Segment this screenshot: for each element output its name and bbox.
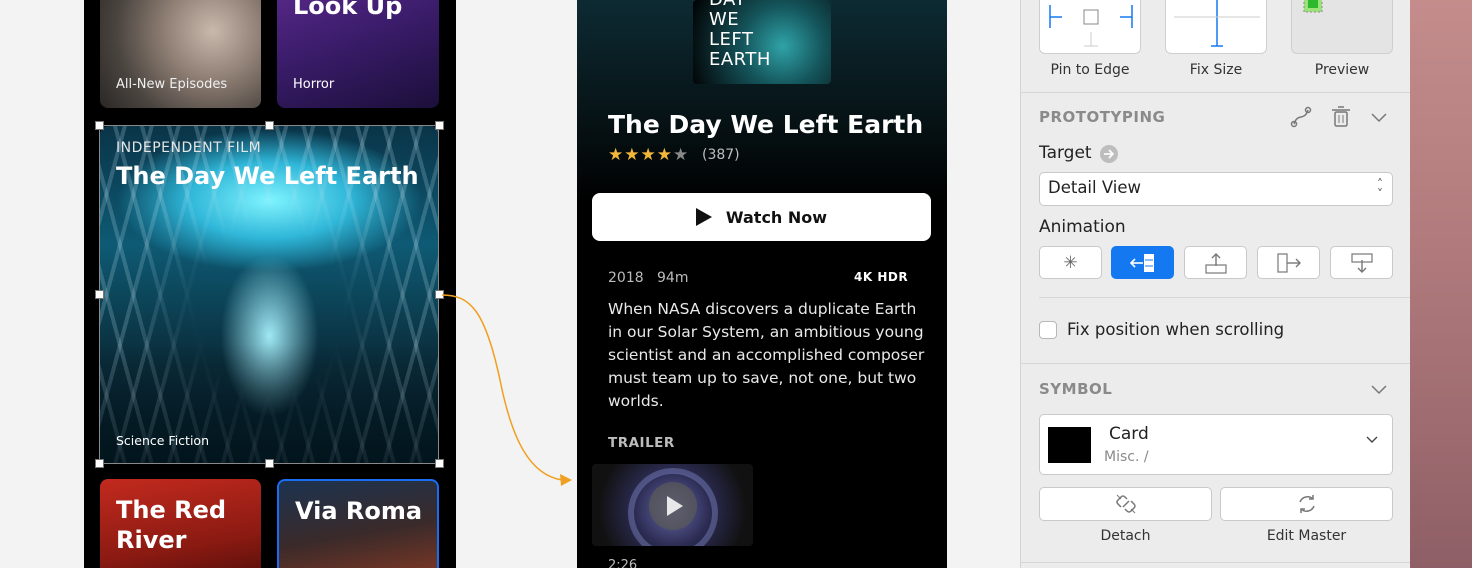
- star-rating: ★★★★★: [608, 145, 689, 165]
- resize-preview: [1291, 0, 1393, 54]
- red-river-card[interactable]: The Red River: [100, 479, 261, 568]
- resize-handle-sw[interactable]: [95, 459, 104, 468]
- poster-text: DAY WE LEFT EARTH: [709, 0, 771, 70]
- animation-slide-from-top-button[interactable]: [1330, 246, 1393, 279]
- episodes-card[interactable]: All-New Episodes: [100, 0, 261, 108]
- target-label: Target: [1039, 143, 1092, 163]
- play-icon: [667, 496, 683, 516]
- hero-title: The Day We Left Earth: [116, 162, 419, 190]
- card-title: Look Up: [293, 0, 403, 20]
- format-badges: 4K HDR: [854, 270, 909, 284]
- pin-to-edge-label: Pin to Edge: [1050, 62, 1130, 78]
- animation-slide-from-left-button[interactable]: [1257, 246, 1320, 279]
- divider: [1021, 92, 1411, 93]
- hero-kicker: INDEPENDENT FILM: [116, 140, 262, 156]
- divider: [1021, 363, 1411, 364]
- preview-icon: [1303, 0, 1323, 13]
- edit-master-label: Edit Master: [1266, 528, 1347, 544]
- symbol-path: Misc. /: [1104, 449, 1149, 465]
- animation-slide-from-right-button[interactable]: [1111, 246, 1174, 279]
- resize-handle-w[interactable]: [95, 290, 104, 299]
- target-select-value: Detail View: [1048, 178, 1142, 197]
- animation-none-button[interactable]: ✳: [1039, 246, 1102, 279]
- target-select[interactable]: Detail View ˄ ˅: [1039, 172, 1393, 206]
- hero-card[interactable]: INDEPENDENT FILM The Day We Left Earth S…: [100, 126, 439, 464]
- target-arrow-icon[interactable]: [1099, 144, 1119, 164]
- none-icon: ✳: [1063, 252, 1078, 273]
- play-button[interactable]: [649, 482, 697, 530]
- chevron-down-icon: [1366, 436, 1378, 443]
- slide-from-bottom-icon: [1204, 252, 1227, 274]
- detach-button[interactable]: [1039, 487, 1212, 521]
- fix-position-label[interactable]: Fix position when scrolling: [1067, 320, 1284, 339]
- hero-caption: Science Fiction: [116, 433, 209, 448]
- movie-title: The Day We Left Earth: [608, 110, 924, 139]
- movie-poster: DAY WE LEFT EARTH: [693, 0, 831, 84]
- broken-link-icon: [1115, 494, 1136, 514]
- pin-to-edge-icon: [1049, 5, 1133, 47]
- symbol-name: Card: [1109, 424, 1149, 444]
- card-caption: All-New Episodes: [116, 77, 228, 92]
- movie-description: When NASA discovers a duplicate Earth in…: [608, 300, 925, 410]
- fix-position-checkbox[interactable]: [1039, 321, 1057, 339]
- prototype-link-arrow[interactable]: [440, 290, 580, 490]
- card-title: Via Roma: [295, 497, 423, 525]
- preview-label: Preview: [1314, 62, 1370, 78]
- play-icon: [695, 208, 712, 226]
- rating-count: (387): [702, 147, 740, 163]
- fix-size-label: Fix Size: [1189, 62, 1243, 78]
- watch-now-button[interactable]: Watch Now: [592, 193, 931, 241]
- trash-icon[interactable]: [1331, 106, 1351, 128]
- slide-from-top-icon: [1350, 252, 1373, 273]
- select-updown-icon: ˄ ˅: [1377, 177, 1383, 201]
- slide-from-right-icon: [1129, 253, 1154, 272]
- detail-header: DAY WE LEFT EARTH: [577, 0, 947, 205]
- look-up-card[interactable]: Look Up Horror: [277, 0, 439, 108]
- refresh-icon: [1298, 495, 1315, 513]
- movie-meta: 2018 94m: [608, 270, 688, 286]
- resize-handle-nw[interactable]: [95, 121, 104, 130]
- resize-handle-s[interactable]: [265, 459, 274, 468]
- resize-handle-n[interactable]: [265, 121, 274, 130]
- divider: [1021, 562, 1411, 563]
- detail-view-artboard[interactable]: DAY WE LEFT EARTH The Day We Left Earth …: [577, 0, 947, 568]
- via-roma-card[interactable]: Via Roma: [277, 479, 439, 568]
- release-year: 2018: [608, 270, 644, 286]
- divider: [1039, 297, 1411, 298]
- card-title: The Red River: [116, 496, 227, 554]
- fix-size-control[interactable]: [1165, 0, 1267, 54]
- animation-slide-from-bottom-button[interactable]: [1184, 246, 1247, 279]
- empty-star: ★: [672, 145, 690, 165]
- detach-label: Detach: [1100, 528, 1151, 544]
- filled-stars: ★★★★: [608, 145, 673, 165]
- fix-size-icon: [1174, 0, 1260, 47]
- symbol-section-title: SYMBOL: [1039, 380, 1113, 398]
- trailer-thumbnail[interactable]: [592, 464, 753, 546]
- symbol-picker[interactable]: Card Misc. /: [1039, 414, 1393, 475]
- watch-now-label: Watch Now: [725, 207, 828, 227]
- chevron-down-icon[interactable]: [1371, 111, 1387, 123]
- card-caption: Horror: [293, 77, 335, 92]
- movie-duration: 94m: [657, 270, 689, 286]
- edit-master-button[interactable]: [1220, 487, 1393, 521]
- resize-handle-ne[interactable]: [435, 121, 444, 130]
- prototyping-section-title: PROTOTYPING: [1039, 108, 1166, 126]
- slide-from-left-icon: [1276, 252, 1301, 273]
- symbol-thumbnail: [1048, 427, 1091, 463]
- desktop-wallpaper: [1410, 0, 1472, 568]
- pin-to-edge-control[interactable]: [1039, 0, 1141, 54]
- trailer-heading: TRAILER: [608, 435, 675, 451]
- trailer-duration: 2:26: [608, 558, 638, 568]
- design-canvas[interactable]: All-New Episodes Look Up Horror INDEPEND…: [0, 0, 1020, 568]
- animation-label: Animation: [1039, 217, 1126, 237]
- link-path-icon[interactable]: [1290, 106, 1312, 128]
- inspector-panel: Pin to Edge Fix Size Preview PROTOTYPING…: [1020, 0, 1411, 568]
- chevron-down-icon[interactable]: [1371, 383, 1387, 395]
- home-screen-artboard[interactable]: All-New Episodes Look Up Horror INDEPEND…: [84, 0, 456, 568]
